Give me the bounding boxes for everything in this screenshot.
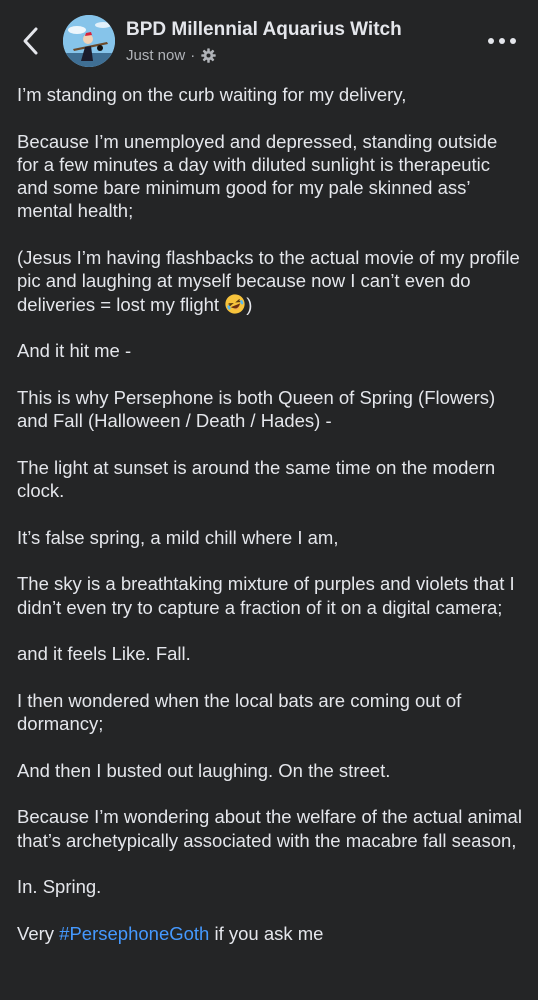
post-paragraph: And it hit me - <box>17 340 132 362</box>
last-line-suffix: if you ask me <box>209 922 324 944</box>
last-line-prefix: Very <box>17 922 60 944</box>
post-text: I’m standing on the curb waiting for my … <box>17 83 522 968</box>
rolling-on-floor-laughing-emoji <box>225 294 245 314</box>
timestamp[interactable]: Just now <box>126 47 185 64</box>
post-meta: Just now · <box>126 45 216 65</box>
author-name[interactable]: BPD Millennial Aquarius Witch <box>126 19 402 41</box>
post-paragraph: The light at sunset is around the same t… <box>17 456 496 502</box>
post-paragraph: I then wondered when the local bats are … <box>17 689 462 735</box>
avatar-image <box>63 15 115 67</box>
settings-gear-icon[interactable] <box>201 47 216 63</box>
post-paragraph: It’s false spring, a mild chill where I … <box>17 526 339 548</box>
post-paragraph: and it feels Like. Fall. <box>17 643 191 665</box>
avatar[interactable] <box>63 15 115 67</box>
chevron-left-icon <box>23 27 38 55</box>
separator-dot: · <box>190 46 196 64</box>
post-paragraph: I’m standing on the curb waiting for my … <box>17 84 407 105</box>
post-paragraph-text: (Jesus I’m having flashbacks to the actu… <box>17 247 520 315</box>
more-dots-icon <box>488 38 516 44</box>
post-paragraph: And then I busted out laughing. On the s… <box>17 759 391 781</box>
post-paragraph: The sky is a breathtaking mixture of pur… <box>17 573 515 618</box>
post-paragraph: In. Spring. <box>17 876 102 898</box>
post-paragraph: (Jesus I’m having flashbacks to the actu… <box>17 246 522 316</box>
post-paragraph: Because I’m wondering about the welfare … <box>17 806 522 851</box>
more-options-button[interactable] <box>482 26 522 56</box>
post-paragraph-last: Very #PersephoneGoth if you ask me <box>17 922 522 945</box>
closing-paren: ) <box>246 293 253 315</box>
post-header: BPD Millennial Aquarius Witch Just now · <box>0 0 538 84</box>
post-paragraph: Because I’m unemployed and depressed, st… <box>17 130 498 222</box>
post-paragraph: This is why Persephone is both Queen of … <box>17 386 496 432</box>
hashtag-link[interactable]: #PersephoneGoth <box>59 923 209 944</box>
back-button[interactable] <box>14 24 48 58</box>
